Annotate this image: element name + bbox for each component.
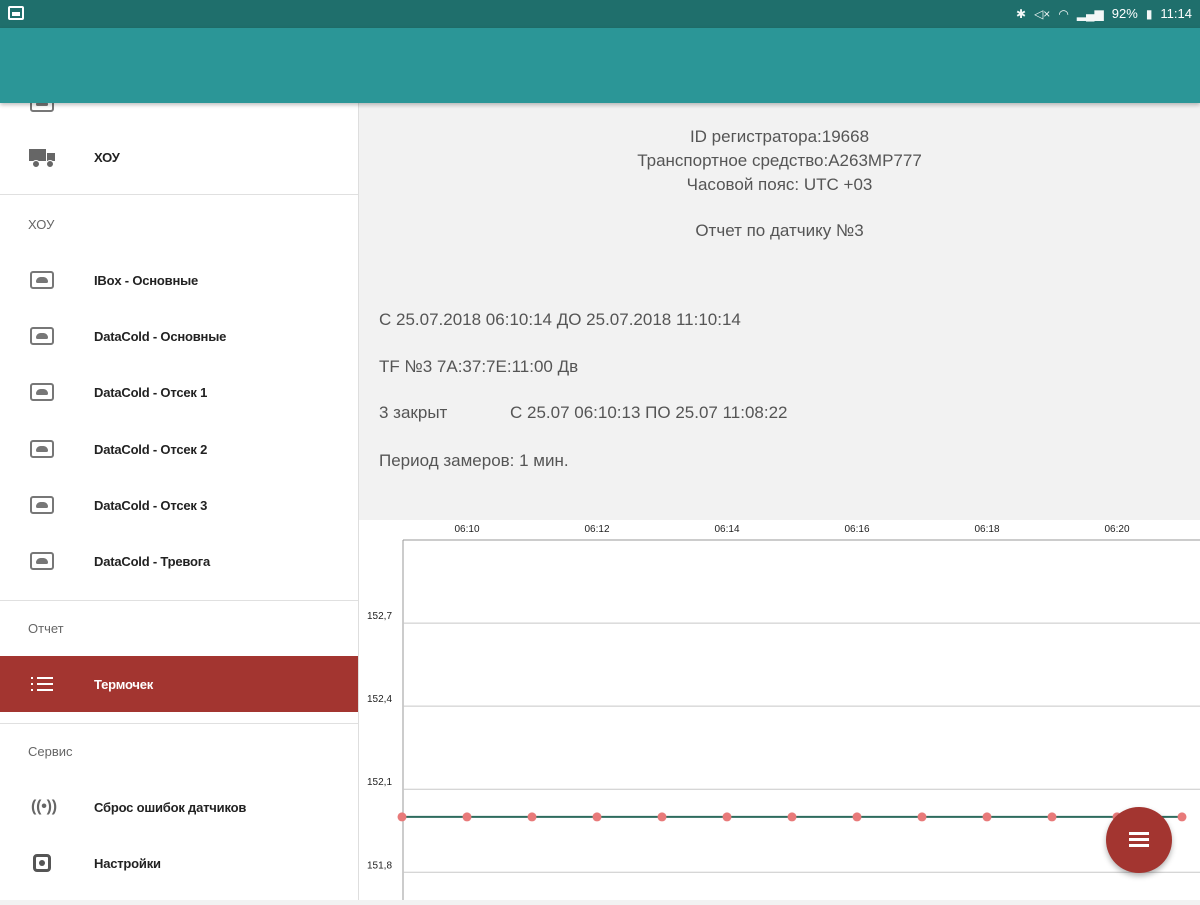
vehicle: Транспортное средство:А263МР777 [637, 151, 922, 170]
drawer-item-label: DataCold - Тревога [94, 553, 211, 569]
cloud-box-icon [28, 268, 56, 292]
battery-icon: ▮ [1145, 6, 1153, 21]
drawer-item-label: DataCold - Отсек 3 [94, 497, 208, 513]
drawer-item-label: Термочек [94, 676, 154, 692]
drawer-item-thermocheck[interactable]: Термочек [0, 656, 358, 712]
section-title-hou: ХОУ [28, 217, 55, 232]
data-point [852, 812, 862, 822]
satellite-icon [28, 103, 56, 115]
door-period: С 25.07 06:10:13 ПО 25.07 11:08:22 [510, 403, 788, 422]
report-title: Отчет по датчику №3 [695, 221, 864, 240]
drawer-item-scrolled[interactable] [0, 103, 358, 131]
mute-icon: ◁× [1034, 6, 1051, 21]
drawer-item-reset-sensor-errors[interactable]: ((•)) Сброс ошибок датчиков [0, 779, 358, 835]
truck-icon [28, 145, 56, 169]
data-point [462, 812, 472, 822]
x-tick-label: 06:20 [1104, 524, 1129, 535]
timezone: Часовой пояс: UTC +03 [686, 175, 873, 194]
cloud-box-icon [28, 324, 56, 348]
drawer-item-label: DataCold - Основные [94, 328, 227, 344]
y-tick-label: 152,4 [367, 694, 392, 705]
drawer-item-datacold-main[interactable]: DataCold - Основные [0, 308, 358, 364]
battery-level: 92% [1111, 6, 1138, 21]
signal-icon: ▂▄▆ [1076, 6, 1104, 21]
drawer-item-label: Сброс ошибок датчиков [94, 799, 247, 815]
menu-fab-button[interactable] [1106, 807, 1172, 873]
measure-period: Период замеров: 1 мин. [379, 451, 569, 470]
data-point [592, 812, 602, 822]
door-state: 3 закрыт [379, 403, 448, 422]
drawer-item-datacold-alarm[interactable]: DataCold - Тревога [0, 533, 358, 589]
cloud-box-icon [28, 549, 56, 573]
data-point [527, 812, 537, 822]
drawer-item-hou[interactable]: ХОУ [0, 129, 358, 185]
report-period: С 25.07.2018 06:10:14 ДО 25.07.2018 11:1… [379, 310, 741, 329]
data-point [982, 812, 992, 822]
status-bar: ✱ ◁× ◠ ▂▄▆ 92% ▮ 11:14 [0, 0, 1200, 28]
divider [0, 723, 358, 724]
drawer-item-label: DataCold - Отсек 1 [94, 384, 208, 400]
y-tick-label: 151,8 [367, 860, 392, 871]
section-title-report: Отчет [28, 621, 64, 636]
chart-svg: 152,7 152,4 152,1 151,8 06:10 06:12 06:14 06:16… [367, 524, 1200, 900]
data-point [787, 812, 797, 822]
drawer-item-label: ХОУ [94, 149, 120, 165]
temperature-chart: 152,7 152,4 152,1 151,8 06:10 06:12 06:14 06:16… [359, 520, 1200, 900]
section-title-service: Сервис [28, 744, 73, 759]
wifi-icon: ◠ [1058, 6, 1069, 21]
y-tick-label: 152,1 [367, 777, 392, 788]
bluetooth-icon: ✱ [1016, 6, 1027, 21]
drawer-item-ibox-main[interactable]: IBox - Основные [0, 252, 358, 308]
x-tick-label: 06:14 [714, 524, 739, 535]
list-icon [28, 672, 56, 696]
drawer-item-label: Настройки [94, 855, 161, 871]
data-point [917, 812, 927, 822]
drawer-item-settings[interactable]: Настройки [0, 835, 358, 891]
cloud-box-icon [28, 437, 56, 461]
drawer-item-datacold-compartment-3[interactable]: DataCold - Отсек 3 [0, 477, 358, 533]
recorder-id: ID регистратора:19668 [689, 127, 870, 146]
report-content: ID регистратора:19668 Транспортное средс… [359, 103, 1200, 900]
drawer-item-datacold-compartment-1[interactable]: DataCold - Отсек 1 [0, 364, 358, 420]
data-point [397, 812, 407, 822]
clock: 11:14 [1160, 6, 1192, 21]
antenna-icon: ((•)) [31, 798, 57, 815]
x-tick-label: 06:10 [454, 524, 479, 535]
x-tick-label: 06:16 [844, 524, 869, 535]
drawer-item-label: DataCold - Отсек 2 [94, 441, 208, 457]
status-icons: ✱ ◁× ◠ ▂▄▆ 92% ▮ 11:14 [1016, 6, 1192, 21]
drawer-item-datacold-compartment-2[interactable]: DataCold - Отсек 2 [0, 421, 358, 477]
gallery-notification-icon [8, 6, 24, 20]
data-point [722, 812, 732, 822]
sensor-tf: TF №3 7A:37:7E:11:00 Дв [379, 357, 579, 376]
settings-icon [28, 851, 56, 875]
drawer-item-label: IBox - Основные [94, 272, 199, 288]
app-bar [0, 28, 1200, 103]
data-point [1177, 812, 1187, 822]
data-point [657, 812, 667, 822]
divider [0, 600, 358, 601]
data-point [1047, 812, 1057, 822]
navigation-drawer: ХОУ ХОУ IBox - Основные DataCold - Основ… [0, 103, 359, 900]
cloud-box-icon [28, 493, 56, 517]
y-tick-label: 152,7 [367, 611, 392, 622]
cloud-box-icon [28, 380, 56, 404]
divider [0, 194, 358, 195]
x-tick-label: 06:12 [584, 524, 609, 535]
x-tick-label: 06:18 [974, 524, 999, 535]
